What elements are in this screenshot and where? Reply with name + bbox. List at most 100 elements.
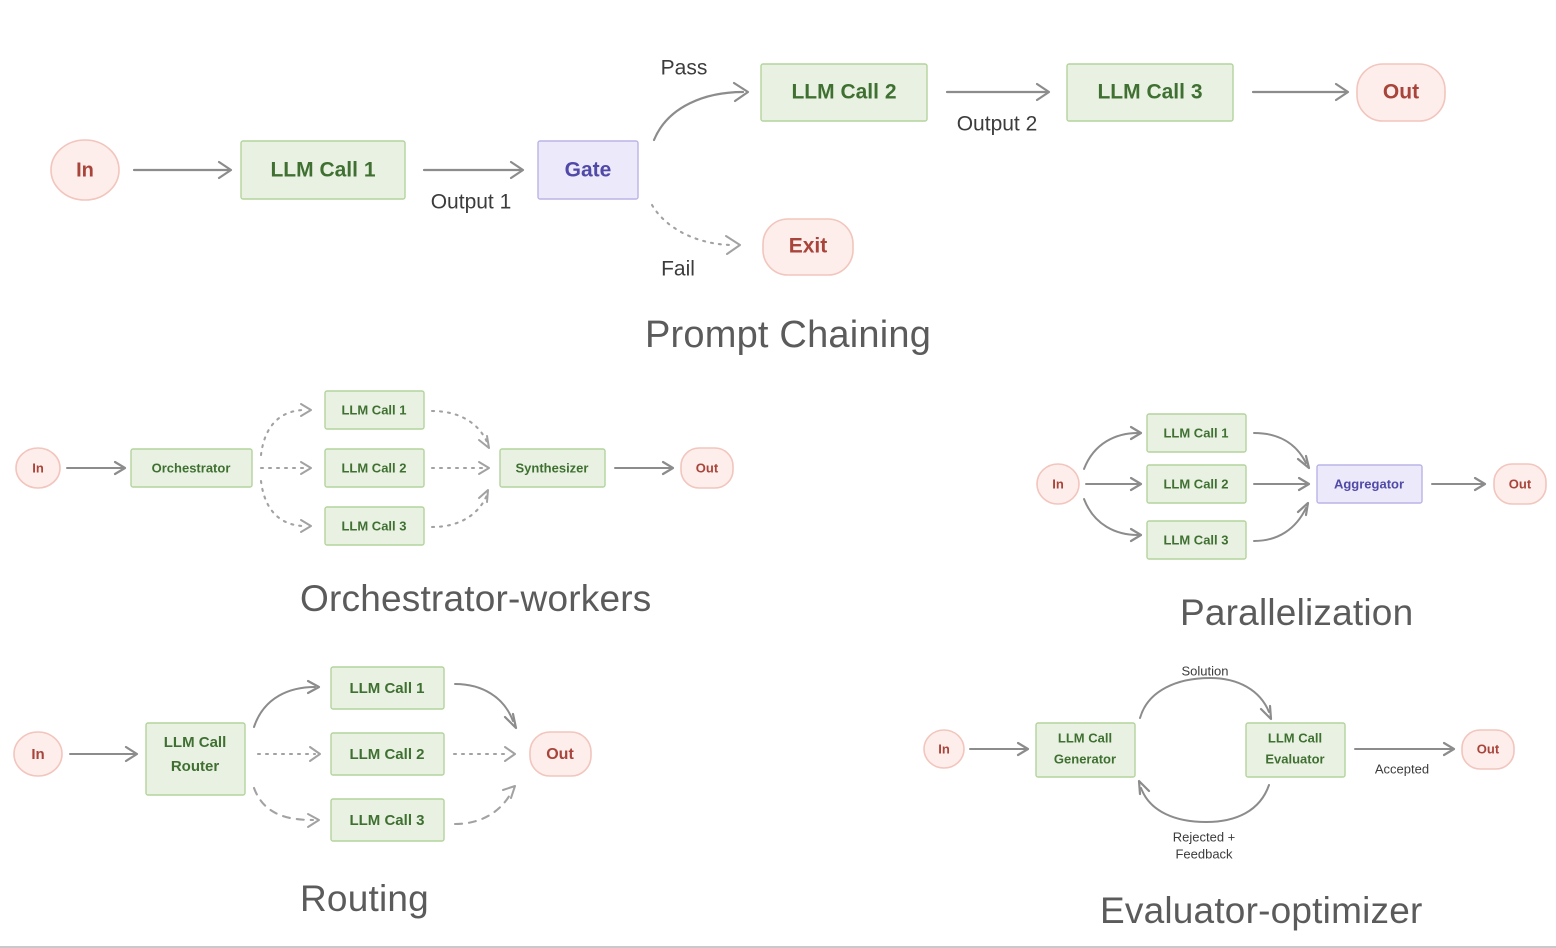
edge-orchestrator-to-llm2: [259, 461, 312, 475]
node-out-label: Out: [1383, 81, 1419, 104]
node-out-label: Out: [1477, 741, 1500, 756]
node-in-label: In: [76, 159, 94, 181]
edge-label-fail: Fail: [661, 258, 695, 281]
node-llm-call-3: LLM Call 3: [1066, 63, 1234, 122]
edge-in-to-orchestrator: [66, 460, 127, 476]
edge-llm2-to-out: [452, 746, 516, 762]
edge-llm2-to-synthesizer: [430, 461, 490, 475]
edge-synthesizer-to-out: [614, 460, 675, 476]
node-gate: Gate: [537, 140, 639, 200]
edge-llm1-to-gate: Output 1: [422, 160, 525, 214]
edge-evaluator-to-out: Accepted: [1354, 741, 1456, 776]
node-in: In: [50, 139, 120, 201]
edge-label-pass: Pass: [661, 57, 708, 80]
node-llm-call-2-label: LLM Call 2: [341, 460, 406, 475]
edge-solution-loop: Solution: [1139, 663, 1273, 721]
edge-router-to-llm1: [253, 679, 321, 728]
node-in: In: [15, 447, 61, 489]
edge-aggregator-to-out: [1431, 476, 1487, 492]
edge-label-rejected-line1: Rejected +: [1173, 829, 1236, 844]
node-llm-call-3-label: LLM Call 3: [1163, 532, 1228, 547]
node-generator-label-line2: Generator: [1054, 751, 1116, 766]
node-llm-call-1-label: LLM Call 1: [1163, 425, 1228, 440]
node-exit-label: Exit: [789, 235, 828, 258]
edge-label-output-1: Output 1: [431, 191, 512, 214]
evaluator-optimizer-title: Evaluator-optimizer: [1100, 890, 1423, 931]
node-out: Out: [680, 447, 734, 489]
node-synthesizer-label: Synthesizer: [516, 460, 589, 475]
node-out-label: Out: [546, 746, 574, 763]
node-exit: Exit: [762, 218, 854, 276]
edge-llm2-to-llm3: Output 2: [945, 82, 1051, 136]
node-evaluator-label-line2: Evaluator: [1265, 751, 1324, 766]
node-llm-call-3: LLM Call 3: [330, 798, 445, 842]
edge-label-output-2: Output 2: [957, 113, 1038, 136]
node-llm-call-2: LLM Call 2: [330, 732, 445, 776]
node-llm-call-3-label: LLM Call 3: [349, 812, 424, 829]
edge-gate-pass: Pass: [652, 57, 750, 142]
node-llm-call-1: LLM Call 1: [324, 390, 425, 430]
edge-in-to-llm2: [1085, 476, 1143, 492]
edge-llm1-to-aggregator: [1253, 432, 1311, 470]
prompt-chaining-title: Prompt Chaining: [645, 314, 932, 356]
node-gate-label: Gate: [565, 159, 612, 182]
edge-llm1-to-out: [454, 683, 518, 730]
node-llm-call-3-label: LLM Call 3: [341, 518, 406, 533]
edge-gate-fail: Fail: [650, 203, 741, 281]
routing-title: Routing: [300, 878, 429, 919]
node-llm-call-2-label: LLM Call 2: [349, 746, 424, 763]
edge-orchestrator-to-llm3: [259, 479, 312, 533]
node-out: Out: [529, 731, 592, 777]
edge-in-to-llm3: [1083, 498, 1143, 543]
edge-in-to-llm1: [1083, 425, 1143, 470]
node-llm-call-3: LLM Call 3: [324, 506, 425, 546]
node-in-label: In: [1052, 476, 1064, 491]
node-router-label-line1: LLM Call: [164, 734, 227, 751]
edge-label-rejected-line2: Feedback: [1175, 846, 1233, 861]
node-router-label-line2: Router: [171, 758, 219, 775]
node-llm-call-3: LLM Call 3: [1146, 520, 1247, 560]
node-in-label: In: [938, 741, 950, 756]
edge-label-accepted: Accepted: [1375, 761, 1429, 776]
orchestrator-workers-title: Orchestrator-workers: [300, 578, 652, 619]
node-llm-call-1: LLM Call 1: [330, 666, 445, 710]
node-llm-call-2: LLM Call 2: [1146, 464, 1247, 504]
orchestrator-workers-diagram: In Orchestrator LLM Call 1 LLM Call 2 LL…: [15, 390, 734, 546]
edge-router-to-llm3: [252, 786, 320, 828]
prompt-chaining-diagram: In LLM Call 1 Output 1 Gate Pass Fail LL…: [50, 57, 1446, 281]
edge-rejected-feedback-loop: Rejected + Feedback: [1137, 779, 1270, 861]
node-llm-call-2-label: LLM Call 2: [791, 81, 896, 104]
node-in-label: In: [31, 746, 44, 763]
edge-orchestrator-to-llm1: [259, 403, 312, 457]
routing-diagram: In LLM Call Router LLM Call 1 LLM Call 2…: [13, 666, 592, 842]
node-llm-call-2: LLM Call 2: [760, 63, 928, 122]
node-generator-label-line1: LLM Call: [1058, 730, 1112, 745]
node-in: In: [1036, 463, 1080, 505]
parallelization-diagram: In LLM Call 1 LLM Call 2 LLM Call 3 Aggr…: [1036, 413, 1547, 560]
node-orchestrator: Orchestrator: [130, 448, 253, 488]
node-in: In: [923, 729, 965, 769]
edge-llm2-to-aggregator: [1253, 476, 1311, 492]
node-llm-call-1-label: LLM Call 1: [349, 680, 424, 697]
edge-label-solution: Solution: [1182, 663, 1229, 678]
node-out: Out: [1461, 729, 1515, 770]
edge-llm3-to-out: [1251, 82, 1350, 102]
node-llm-call-3-label: LLM Call 3: [1097, 81, 1202, 104]
node-llm-call-1-label: LLM Call 1: [270, 159, 375, 182]
parallelization-title: Parallelization: [1180, 592, 1414, 633]
edge-router-to-llm2: [256, 746, 321, 762]
node-llm-call-router: LLM Call Router: [145, 722, 246, 796]
edge-llm1-to-synthesizer: [430, 409, 490, 449]
node-aggregator-label: Aggregator: [1334, 476, 1404, 491]
figure-canvas: In LLM Call 1 Output 1 Gate Pass Fail LL…: [0, 0, 1556, 946]
edge-in-to-generator: [969, 741, 1030, 757]
node-in: In: [13, 731, 63, 777]
node-evaluator-label-line1: LLM Call: [1268, 730, 1322, 745]
node-out-label: Out: [1509, 476, 1532, 491]
node-aggregator: Aggregator: [1316, 464, 1423, 504]
node-synthesizer: Synthesizer: [499, 448, 606, 488]
evaluator-optimizer-diagram: In LLM Call Generator Solution Rejected …: [923, 663, 1515, 861]
node-out-label: Out: [696, 460, 719, 475]
node-orchestrator-label: Orchestrator: [152, 460, 231, 475]
edge-llm3-to-out: [453, 785, 516, 826]
